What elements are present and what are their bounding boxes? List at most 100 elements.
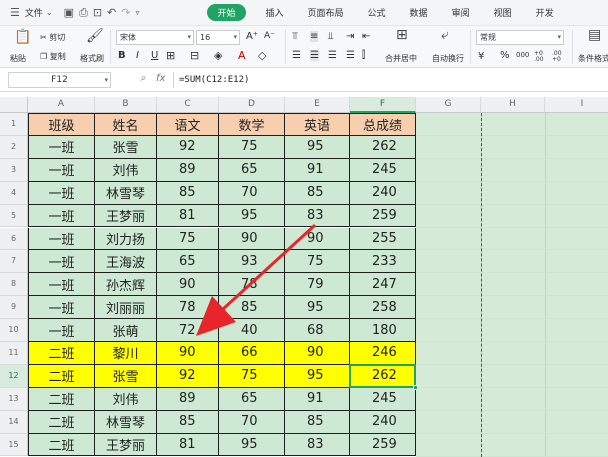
align-bottom-icon[interactable]: ⫫ bbox=[328, 31, 334, 42]
table-cell[interactable]: 90 bbox=[219, 227, 285, 251]
table-cell[interactable]: 95 bbox=[219, 433, 285, 457]
table-cell[interactable]: 孙杰辉 bbox=[95, 273, 157, 297]
table-cell[interactable]: 68 bbox=[285, 319, 350, 342]
column-header-f[interactable]: F bbox=[350, 97, 416, 113]
paste-icon[interactable]: 📋 bbox=[14, 29, 31, 45]
column-header-c[interactable]: C bbox=[157, 97, 219, 113]
column-header-i[interactable]: I bbox=[545, 97, 608, 113]
row-header[interactable]: 6 bbox=[0, 227, 28, 251]
table-cell[interactable]: 247 bbox=[350, 273, 416, 297]
table-cell[interactable]: 79 bbox=[285, 273, 350, 297]
align-center-icon[interactable]: ☰ bbox=[310, 50, 319, 61]
table-cell[interactable]: 245 bbox=[350, 387, 416, 411]
table-header-cell[interactable]: 姓名 bbox=[95, 113, 157, 136]
fill-color-icon[interactable]: ◈ bbox=[214, 49, 222, 62]
distributed-icon[interactable]: ⫿ bbox=[362, 50, 365, 61]
table-cell[interactable]: 233 bbox=[350, 250, 416, 274]
format-painter-icon[interactable]: 🖌 bbox=[86, 28, 104, 44]
table-cell[interactable]: 90 bbox=[157, 342, 219, 365]
column-header-e[interactable]: E bbox=[285, 97, 350, 113]
table-cell[interactable]: 81 bbox=[157, 204, 219, 228]
row-header[interactable]: 9 bbox=[0, 296, 28, 320]
align-middle-icon[interactable]: ≡ bbox=[310, 31, 319, 42]
table-cell[interactable]: 一班 bbox=[28, 158, 95, 182]
table-cell[interactable]: 张雪 bbox=[95, 135, 157, 159]
format-painter-label[interactable]: 格式刷 bbox=[80, 53, 104, 64]
table-cell[interactable]: 二班 bbox=[28, 387, 95, 411]
table-cell[interactable]: 262 bbox=[350, 135, 416, 159]
font-color-icon[interactable]: A bbox=[238, 49, 246, 62]
table-cell[interactable]: 一班 bbox=[28, 250, 95, 274]
table-cell[interactable]: 65 bbox=[157, 250, 219, 274]
borders-icon[interactable]: ⊞ bbox=[166, 49, 175, 62]
print-icon[interactable]: ⎙ bbox=[79, 6, 88, 20]
table-cell[interactable]: 林雪琴 bbox=[95, 181, 157, 205]
fill-handle[interactable] bbox=[413, 384, 418, 390]
quick-access-dropdown-icon[interactable]: ▿ bbox=[135, 8, 139, 17]
table-cell[interactable]: 一班 bbox=[28, 204, 95, 228]
table-cell[interactable]: 张雪 bbox=[95, 364, 157, 388]
row-header[interactable]: 5 bbox=[0, 204, 28, 228]
bold-button[interactable]: B bbox=[118, 50, 126, 61]
table-cell[interactable]: 255 bbox=[350, 227, 416, 251]
table-cell[interactable]: 81 bbox=[157, 433, 219, 457]
table-cell[interactable]: 65 bbox=[219, 387, 285, 411]
table-cell[interactable]: 262 bbox=[350, 364, 416, 388]
row-header[interactable]: 11 bbox=[0, 342, 28, 365]
select-all-corner[interactable] bbox=[0, 97, 28, 113]
table-cell[interactable]: 一班 bbox=[28, 227, 95, 251]
table-cell[interactable]: 93 bbox=[219, 250, 285, 274]
align-right-icon[interactable]: ☰ bbox=[328, 50, 337, 61]
table-cell[interactable]: 85 bbox=[157, 410, 219, 434]
redo-icon[interactable]: ↷ bbox=[121, 6, 130, 19]
table-cell[interactable]: 89 bbox=[157, 158, 219, 182]
table-cell[interactable]: 259 bbox=[350, 204, 416, 228]
copy-button[interactable]: ❐ 复制 bbox=[40, 51, 66, 62]
merge-center-button[interactable]: 合并居中 bbox=[385, 53, 417, 64]
row-header[interactable]: 10 bbox=[0, 319, 28, 342]
italic-button[interactable]: I bbox=[136, 50, 139, 61]
table-cell[interactable]: 一班 bbox=[28, 273, 95, 297]
table-cell[interactable]: 85 bbox=[285, 181, 350, 205]
row-header[interactable]: 4 bbox=[0, 181, 28, 205]
table-cell[interactable]: 70 bbox=[219, 181, 285, 205]
table-cell[interactable]: 95 bbox=[219, 204, 285, 228]
table-cell[interactable]: 90 bbox=[157, 273, 219, 297]
underline-button[interactable]: U bbox=[151, 50, 158, 61]
table-cell[interactable]: 刘力扬 bbox=[95, 227, 157, 251]
tab-insert[interactable]: 插入 bbox=[266, 6, 284, 19]
table-cell[interactable]: 92 bbox=[157, 364, 219, 388]
cell-style-icon[interactable]: ⊟ bbox=[190, 49, 199, 62]
table-cell[interactable]: 王梦丽 bbox=[95, 433, 157, 457]
table-cell[interactable]: 85 bbox=[157, 181, 219, 205]
table-cell[interactable]: 90 bbox=[285, 227, 350, 251]
table-cell[interactable]: 40 bbox=[219, 319, 285, 342]
row-header[interactable]: 8 bbox=[0, 273, 28, 297]
table-cell[interactable]: 91 bbox=[285, 158, 350, 182]
justify-icon[interactable]: ☰ bbox=[346, 50, 355, 61]
undo-icon[interactable]: ↶ bbox=[107, 6, 116, 19]
table-cell[interactable]: 240 bbox=[350, 181, 416, 205]
outdent-icon[interactable]: ⇤ bbox=[362, 31, 370, 42]
table-cell[interactable]: 70 bbox=[219, 410, 285, 434]
table-cell[interactable]: 89 bbox=[157, 387, 219, 411]
indent-icon[interactable]: ⇥ bbox=[346, 31, 354, 42]
tab-home[interactable]: 开始 bbox=[207, 4, 246, 21]
table-header-cell[interactable]: 语文 bbox=[157, 113, 219, 136]
table-cell[interactable]: 林雪琴 bbox=[95, 410, 157, 434]
table-cell[interactable]: 245 bbox=[350, 158, 416, 182]
row-header[interactable]: 12 bbox=[0, 364, 28, 388]
table-header-cell[interactable]: 英语 bbox=[285, 113, 350, 136]
row-header[interactable]: 2 bbox=[0, 135, 28, 159]
table-cell[interactable]: 一班 bbox=[28, 135, 95, 159]
number-format-select[interactable]: 常规 ▾ bbox=[476, 30, 564, 45]
save-icon[interactable]: ▣ bbox=[64, 6, 74, 19]
tab-developer[interactable]: 开发 bbox=[536, 6, 554, 19]
table-cell[interactable]: 92 bbox=[157, 135, 219, 159]
table-cell[interactable]: 85 bbox=[219, 296, 285, 320]
column-header-g[interactable]: G bbox=[416, 97, 481, 113]
clear-format-icon[interactable]: ◇ bbox=[258, 49, 266, 62]
table-cell[interactable]: 75 bbox=[285, 250, 350, 274]
align-left-icon[interactable]: ☰ bbox=[292, 50, 301, 61]
row-header[interactable]: 15 bbox=[0, 433, 28, 457]
